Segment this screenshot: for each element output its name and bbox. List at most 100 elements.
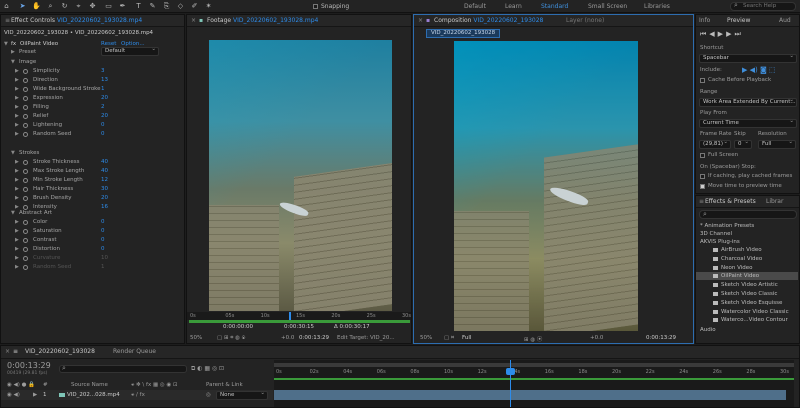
snapping-checkbox[interactable] [313,4,318,9]
preset-expand-icon[interactable]: ▶ [11,48,15,56]
clone-tool-icon[interactable]: ⎘ [162,2,171,11]
layer-row-1[interactable]: ◉ ◀) ▶ 1 VID_202...028.mp4 ⚹ / fx ◎ None [1,390,273,400]
param-value[interactable]: 0 [101,218,105,226]
effect-item[interactable]: Neon Video [696,264,798,272]
brush-tool-icon[interactable]: ✎ [148,2,157,11]
param-value[interactable]: 10 [101,254,108,262]
category-3d-channel[interactable]: 3D Channel [696,230,798,238]
stopwatch-icon[interactable] [23,264,28,270]
param-expand-icon[interactable]: ▶ [15,227,19,235]
composition-zoom-select[interactable]: 50% [420,335,432,341]
footage-in-point[interactable]: 0:00:00:00 [223,324,253,330]
composition-quality-select[interactable]: Full [462,335,471,341]
stopwatch-icon[interactable] [23,195,28,201]
effects-presets-tab[interactable]: Effects & Presets [705,198,756,205]
audio-tab[interactable]: Aud [779,17,791,24]
stopwatch-icon[interactable] [23,219,28,225]
pen-tool-icon[interactable]: ✒ [118,2,127,11]
play-from-select[interactable]: Current Time [699,118,797,128]
param-expand-icon[interactable]: ▶ [15,112,19,120]
include-toggle-icons[interactable]: ▶ ◀) ◙ ⬚ [742,66,776,74]
param-value[interactable]: 30 [101,185,108,193]
stopwatch-icon[interactable] [23,113,28,119]
layer-visibility-icon[interactable]: ◉ ◀) [7,392,20,398]
full-screen-checkbox[interactable] [700,153,705,158]
category-animation-presets[interactable]: * Animation Presets [696,222,798,230]
composition-timecode[interactable]: 0:00:13:29 [646,335,676,341]
timeline-timecode[interactable]: 0:00:13:29 [7,361,51,370]
category-audio[interactable]: Audio [696,326,798,334]
timeline-menu-icon[interactable]: ≡ [13,348,18,355]
param-value[interactable]: 40 [101,167,108,175]
param-value[interactable]: 20 [101,112,108,120]
composition-offset[interactable]: +0.0 [590,335,603,341]
param-expand-icon[interactable]: ▶ [15,263,19,271]
group-image-toggle-icon[interactable]: ▼ [11,58,15,66]
param-expand-icon[interactable]: ▶ [15,103,19,111]
effects-menu-icon[interactable]: ≡ [699,198,704,205]
composition-viewer[interactable] [454,41,638,331]
roto-tool-icon[interactable]: ✐ [190,2,199,11]
stopwatch-icon[interactable] [23,122,28,128]
rectangle-tool-icon[interactable]: ▭ [104,2,113,11]
stopwatch-icon[interactable] [23,104,28,110]
workspace-default[interactable]: Default [464,3,486,10]
param-expand-icon[interactable]: ▶ [15,167,19,175]
workspace-standard[interactable]: Standard [541,3,568,10]
param-expand-icon[interactable]: ▶ [15,76,19,84]
if-caching-checkbox[interactable] [700,174,705,179]
home-icon[interactable]: ⌂ [2,2,11,11]
composition-breadcrumb[interactable]: VID_20220602_193028 [426,29,501,38]
composition-channel-icons[interactable]: ⊞ ◍ ⦿ [524,335,542,343]
range-select[interactable]: Work Area Extended By Current... [699,97,797,107]
group-abstract-row[interactable]: ▼ Abstract Art [1,209,184,217]
param-value[interactable]: 20 [101,94,108,102]
footage-close-icon[interactable]: × [191,17,196,24]
timeline-layer-bar[interactable] [274,390,786,400]
timeline-search-input[interactable]: ⌕ [59,364,187,373]
effect-item[interactable]: AirBrush Video [696,246,798,254]
eraser-tool-icon[interactable]: ◇ [176,2,185,11]
param-value[interactable]: 0 [101,227,105,235]
timeline-work-area-bar[interactable] [274,363,794,367]
move-time-checkbox[interactable] [700,184,705,189]
workspace-libraries[interactable]: Libraries [644,3,670,10]
param-value[interactable]: 13 [101,76,108,84]
panel-menu-icon[interactable]: ≡ [5,17,10,24]
layer-tab[interactable]: Layer (none) [566,17,604,24]
skip-select[interactable]: 0 [734,139,752,149]
param-expand-icon[interactable]: ▶ [15,67,19,75]
stopwatch-icon[interactable] [23,228,28,234]
footage-zoom-select[interactable]: 50% [190,335,202,341]
param-value[interactable]: 20 [101,194,108,202]
param-expand-icon[interactable]: ▶ [15,236,19,244]
hand-tool-icon[interactable]: ✋ [32,2,41,11]
param-value[interactable]: 0 [101,121,105,129]
footage-time-ruler[interactable]: 0s 05s 10s 15s 20s 25s 30s [187,312,411,320]
footage-viewer[interactable] [209,40,392,311]
effect-controls-tab[interactable]: Effect Controls VID_20220602_193028.mp4 [11,17,142,24]
stopwatch-icon[interactable] [23,159,28,165]
param-expand-icon[interactable]: ▶ [15,185,19,193]
stopwatch-icon[interactable] [23,95,28,101]
param-expand-icon[interactable]: ▶ [15,85,19,93]
param-value[interactable]: 1 [101,85,105,93]
category-akvis-plugins[interactable]: AKVIS Plug-ins [696,238,798,246]
frame-rate-select[interactable]: (29,81) [699,139,731,149]
stopwatch-icon[interactable] [23,131,28,137]
render-queue-tab[interactable]: Render Queue [113,348,156,355]
puppet-tool-icon[interactable]: ✶ [204,2,213,11]
footage-view-icons[interactable]: ▢ ⊞ ⌗ ◍ ⦿ [217,335,245,342]
param-expand-icon[interactable]: ▶ [15,245,19,253]
parent-pickwhip-icon[interactable]: ◎ [206,392,211,398]
camera-tool-icon[interactable]: ⌖ [74,2,83,11]
effect-item[interactable]: OilPaint Video [696,272,798,281]
stopwatch-icon[interactable] [23,177,28,183]
param-expand-icon[interactable]: ▶ [15,194,19,202]
layer-expand-icon[interactable]: ▶ [33,392,37,398]
group-image-row[interactable]: ▼ Image [1,58,184,66]
cache-before-checkbox[interactable] [700,78,705,83]
rotate-tool-icon[interactable]: ↻ [60,2,69,11]
composition-close-icon[interactable]: × [418,17,423,24]
composition-view-icons[interactable]: ▢ ⌗ [444,335,454,342]
